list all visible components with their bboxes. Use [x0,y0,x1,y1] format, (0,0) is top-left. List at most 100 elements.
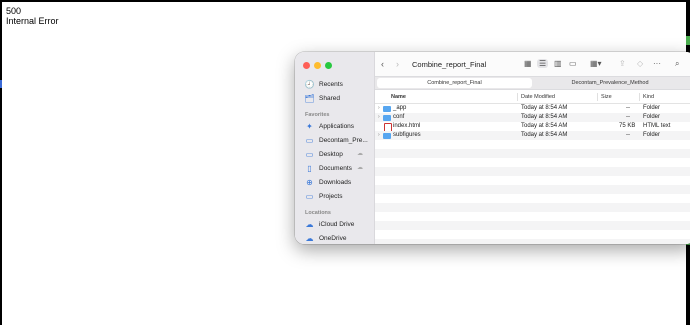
finder-sidebar: 🕘 Recents 🗂 Shared Favorites ✦ Applicati… [295,52,375,244]
folder-icon [383,114,391,121]
cloud-icon: ☁ [357,165,363,171]
file-size: -- [626,114,630,120]
file-list: › _app Today at 8:54 AM -- Folder › conf… [375,104,690,140]
column-header: Name Date Modified Size Kind [375,92,690,104]
empty-row [375,212,690,221]
file-name: subfigures [393,132,421,138]
sidebar-item-recents[interactable]: 🕘 Recents [305,79,343,89]
empty-row [375,149,690,158]
file-size: 75 KB [619,123,636,129]
icon-view-icon[interactable]: ▦ [524,59,532,68]
shared-folder-icon: 🗂 [304,93,315,103]
sidebar-item-shared[interactable]: 🗂 Shared [304,93,340,103]
disclosure-icon[interactable]: › [378,114,380,120]
sidebar-item-onedrive[interactable]: ☁ OneDrive [305,233,347,243]
more-icon[interactable]: ··· [653,59,661,68]
search-icon[interactable]: ⌕ [675,59,679,69]
file-name: conf [393,114,405,120]
zoom-button[interactable] [325,62,332,69]
file-row[interactable]: index.html Today at 8:54 AM 75 KB HTML t… [375,122,690,132]
error-code: 500 [6,6,22,16]
empty-row [375,221,690,230]
back-button[interactable]: ‹ [381,59,384,69]
empty-row [375,140,690,149]
empty-row [375,167,690,176]
close-button[interactable] [303,62,310,69]
file-size: -- [626,105,630,111]
share-icon[interactable]: ⇪ [619,59,626,68]
sidebar-item-documents[interactable]: ▯ Documents [305,163,352,173]
list-view-icon[interactable]: ☰ [537,59,549,68]
window-title: Combine_report_Final [412,60,487,69]
sidebar-item-downloads[interactable]: ⊕ Downloads [305,177,351,187]
file-kind: Folder [643,114,661,120]
file-row[interactable]: › subfigures Today at 8:54 AM -- Folder [375,131,690,140]
finder-window: 🕘 Recents 🗂 Shared Favorites ✦ Applicati… [295,52,690,244]
folder-icon: ▭ [305,135,314,145]
sidebar-item-desktop[interactable]: ▭ Desktop [305,149,343,159]
empty-row [375,158,690,167]
empty-row [375,203,690,212]
cloud-icon: ☁ [357,151,363,157]
sidebar-item-label: Shared [319,94,340,102]
window-controls [303,62,332,69]
file-kind: Folder [643,105,661,111]
clock-icon: 🕘 [304,79,315,89]
column-divider [597,93,598,101]
locations-header: Locations [305,210,331,216]
cloud-icon: ☁ [305,233,314,243]
kind-column-header[interactable]: Kind [643,94,654,100]
favorites-header: Favorites [305,112,330,118]
sidebar-item-label: Recents [319,80,343,88]
sidebar-item-decontam[interactable]: ▭ Decontam_Pre... [305,135,368,145]
edge-indicator [0,80,2,88]
edge-indicator [686,36,690,45]
empty-row [375,176,690,185]
sidebar-item-applications[interactable]: ✦ Applications [305,121,354,131]
sidebar-item-label: iCloud Drive [319,220,355,228]
error-message: Internal Error [6,16,59,26]
tag-icon[interactable]: ◇ [637,59,643,68]
folder-icon [383,132,391,139]
sidebar-item-label: OneDrive [319,234,347,242]
cloud-icon: ☁ [305,219,314,229]
sidebar-item-label: Decontam_Pre... [319,136,368,144]
forward-button[interactable]: › [396,59,399,69]
file-row[interactable]: › _app Today at 8:54 AM -- Folder [375,104,690,113]
document-icon: ▯ [307,163,312,173]
name-column-header[interactable]: Name [391,94,406,100]
file-date: Today at 8:54 AM [521,114,568,120]
size-column-header[interactable]: Size [601,94,612,100]
date-column-header[interactable]: Date Modified [521,94,555,100]
file-name: index.html [393,123,421,129]
tab-combine-report[interactable]: Combine_report_Final [377,78,532,88]
download-icon: ⊕ [306,177,313,187]
empty-row [375,239,690,244]
group-icon[interactable]: ▦▾ [590,59,602,68]
column-view-icon[interactable]: ▥ [554,59,562,68]
desktop-icon: ▭ [305,149,314,159]
finder-tab-bar: Combine_report_Final Decontam_Prevalence… [375,76,690,90]
sidebar-item-label: Downloads [319,178,352,186]
sidebar-item-projects[interactable]: ▭ Projects [305,191,343,201]
gallery-view-icon[interactable]: ▭ [569,59,577,68]
sidebar-item-label: Desktop [319,150,343,158]
file-row[interactable]: › conf Today at 8:54 AM -- Folder [375,113,690,122]
sidebar-item-icloud[interactable]: ☁ iCloud Drive [305,219,355,229]
file-name: _app [393,105,407,111]
empty-row [375,230,690,239]
file-kind: HTML text [643,123,671,129]
sidebar-item-label: Applications [319,122,355,130]
disclosure-icon[interactable]: › [378,105,380,111]
file-date: Today at 8:54 AM [521,132,568,138]
minimize-button[interactable] [314,62,321,69]
folder-icon: ▭ [305,191,314,201]
empty-row [375,185,690,194]
disclosure-icon[interactable]: › [378,132,380,138]
file-kind: Folder [643,132,661,138]
file-date: Today at 8:54 AM [521,123,568,129]
finder-toolbar: ‹ › Combine_report_Final ▦ ☰ ▥ ▭ ▦▾ ⇪ ◇ … [375,52,690,76]
column-divider [639,93,640,101]
tab-decontam[interactable]: Decontam_Prevalence_Method [535,78,685,88]
column-divider [517,93,518,101]
